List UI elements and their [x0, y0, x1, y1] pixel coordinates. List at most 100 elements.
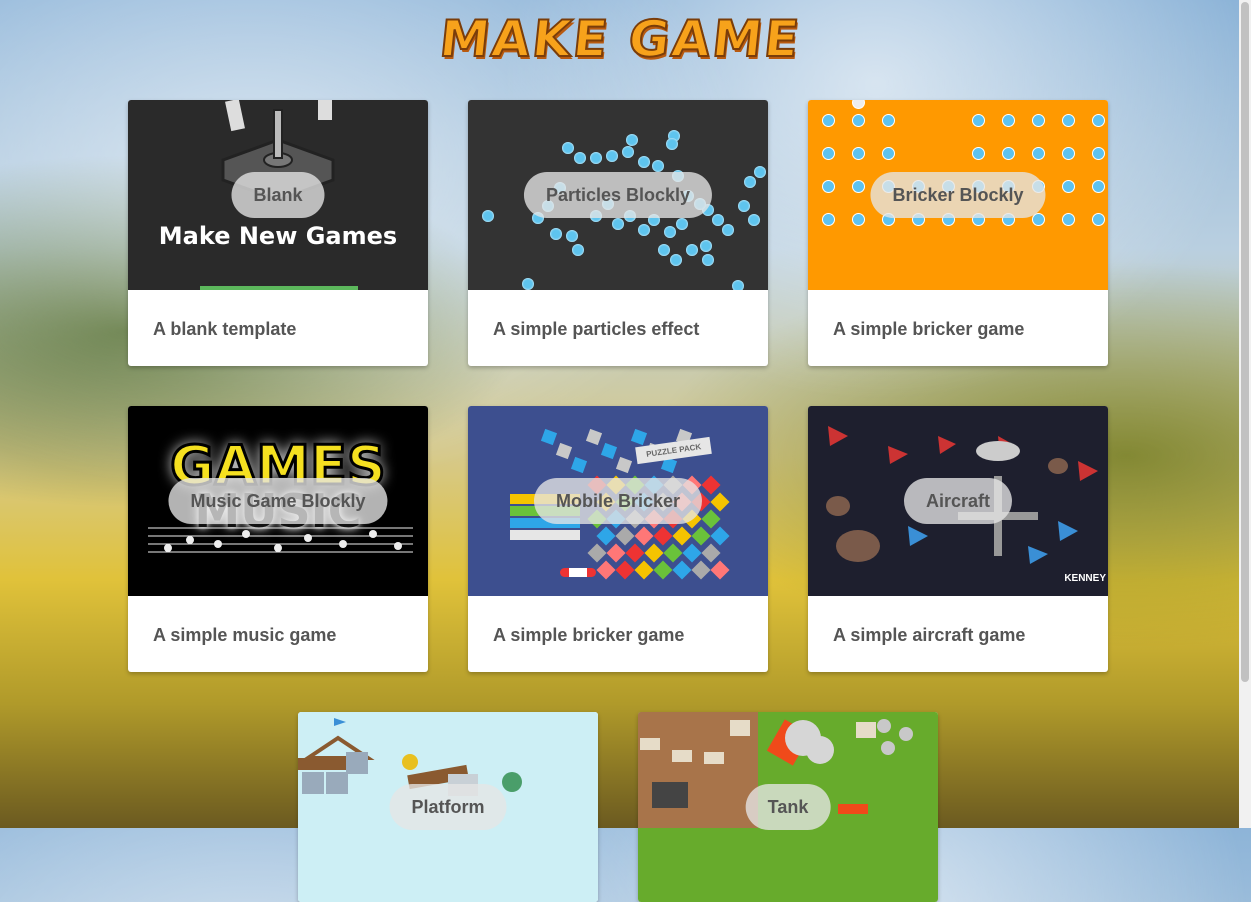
brick-dot — [1062, 147, 1075, 160]
card-title-pill: Blank — [231, 172, 325, 218]
brick — [710, 560, 730, 580]
brick-bar — [510, 530, 580, 540]
kenney-label: KENNEY — [1064, 573, 1106, 584]
card-description: A simple bricker game — [833, 319, 1025, 339]
particle-dot — [566, 230, 578, 242]
brick — [682, 543, 702, 563]
brick-gray — [555, 442, 573, 460]
brick-dot — [852, 213, 865, 226]
brick-dot — [822, 114, 835, 127]
game-card-platform[interactable]: Platform — [298, 712, 598, 902]
game-card-tank[interactable]: Tank — [638, 712, 938, 902]
particle-dot — [738, 200, 750, 212]
particle-dot — [612, 218, 624, 230]
card-title-pill: Particles Blockly — [523, 172, 713, 218]
particle-dot — [748, 214, 760, 226]
card-title-pill: Tank — [745, 784, 831, 830]
page-scrollbar[interactable] — [1239, 0, 1251, 828]
brick — [587, 543, 607, 563]
brick — [701, 509, 721, 529]
brick-dot — [852, 180, 865, 193]
card-thumbnail: GAMES MUSIC Music Game Blockly — [128, 406, 428, 596]
brick-dot — [852, 147, 865, 160]
thumb-caption: Make New Games — [158, 222, 398, 250]
paddle-icon — [560, 568, 596, 577]
particle-dot — [702, 254, 714, 266]
card-description: A simple aircraft game — [833, 625, 1026, 645]
brick — [701, 475, 721, 495]
brick-dot — [972, 114, 985, 127]
game-card-aircraft[interactable]: KENNEY Aircraft A simple aircraft game — [808, 406, 1108, 672]
particle-dot — [638, 224, 650, 236]
app-logo: MAKE GAME — [420, 9, 820, 72]
brick — [653, 560, 673, 580]
particle-dot — [482, 210, 494, 222]
scrollbar-thumb[interactable] — [1241, 2, 1249, 682]
brick — [596, 526, 616, 546]
card-description: A simple music game — [153, 625, 337, 645]
particle-dot — [638, 156, 650, 168]
card-title-pill: Aircraft — [903, 478, 1013, 524]
brick-dot — [972, 147, 985, 160]
particle-dot — [722, 224, 734, 236]
card-description: A simple bricker game — [493, 625, 685, 645]
game-card-particles-blockly[interactable]: Particles Blockly A simple particles eff… — [468, 100, 768, 366]
card-description: A simple particles effect — [493, 319, 700, 339]
brick — [710, 526, 730, 546]
particle-dot — [622, 146, 634, 158]
brick — [615, 526, 635, 546]
brick — [644, 543, 664, 563]
brick-dot — [1002, 114, 1015, 127]
card-thumbnail: Tank — [638, 712, 938, 902]
app-title: MAKE GAME — [436, 9, 805, 69]
particle-dot — [744, 176, 756, 188]
particle-dot — [700, 240, 712, 252]
brick-gray — [585, 428, 603, 446]
card-thumbnail: Platform — [298, 712, 598, 902]
particle-dot — [712, 214, 724, 226]
brick-gray — [600, 442, 618, 460]
brick-dot — [1092, 147, 1105, 160]
brick-dot — [1062, 213, 1075, 226]
card-title-pill: Music Game Blockly — [168, 478, 388, 524]
brick — [710, 492, 730, 512]
particle-dot — [574, 152, 586, 164]
brick-dot — [1092, 180, 1105, 193]
card-thumbnail: Particles Blockly — [468, 100, 768, 290]
brick-dot — [1062, 114, 1075, 127]
particle-dot — [670, 254, 682, 266]
particle-dot — [664, 226, 676, 238]
particle-dot — [686, 244, 698, 256]
card-thumbnail: Bricker Blockly — [808, 100, 1108, 290]
particle-dot — [550, 228, 562, 240]
brick — [691, 526, 711, 546]
particle-dot — [676, 218, 688, 230]
card-thumbnail: Make New Games Blank — [128, 100, 428, 290]
game-card-mobile-bricker[interactable]: PUZZLE PACK Mobile Bricker A simple bric… — [468, 406, 768, 672]
brick-dot — [852, 114, 865, 127]
particle-dot — [572, 244, 584, 256]
card-thumbnail: KENNEY Aircraft — [808, 406, 1108, 596]
card-title-pill: Mobile Bricker — [533, 478, 703, 524]
brick — [606, 543, 626, 563]
particle-dot — [626, 134, 638, 146]
brick — [701, 543, 721, 563]
brick-dot — [882, 114, 895, 127]
brick-dot — [1032, 213, 1045, 226]
brick-dot — [1092, 114, 1105, 127]
particle-dot — [658, 244, 670, 256]
card-thumbnail: PUZZLE PACK Mobile Bricker — [468, 406, 768, 596]
brick-dot — [1032, 114, 1045, 127]
game-card-blank[interactable]: Make New Games Blank A blank template — [128, 100, 428, 366]
brick — [615, 560, 635, 580]
game-card-bricker-blockly[interactable]: Bricker Blockly A simple bricker game — [808, 100, 1108, 366]
particle-dot — [652, 160, 664, 172]
brick — [691, 560, 711, 580]
brick — [634, 560, 654, 580]
brick — [596, 560, 616, 580]
brick-dot — [882, 147, 895, 160]
brick — [672, 560, 692, 580]
game-card-music-game-blockly[interactable]: GAMES MUSIC Music Game Blockly A simple … — [128, 406, 428, 672]
brick-dot — [1092, 213, 1105, 226]
brick-dot — [822, 213, 835, 226]
